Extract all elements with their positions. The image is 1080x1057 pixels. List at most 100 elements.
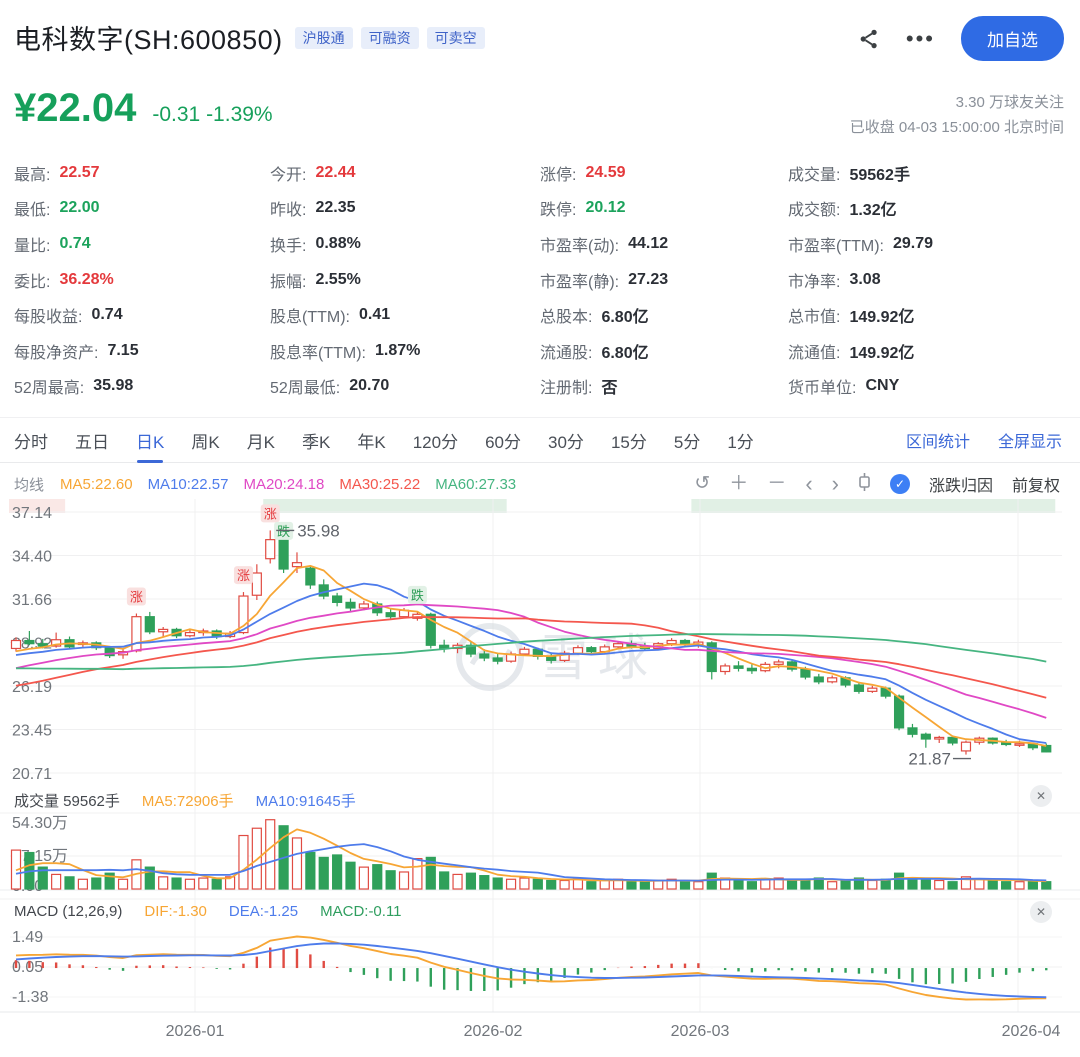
volume-bar[interactable] xyxy=(78,879,87,889)
volume-bar[interactable] xyxy=(266,820,275,889)
tab-period-6[interactable]: 年K xyxy=(357,418,385,463)
candle[interactable] xyxy=(868,686,877,693)
volume-bar[interactable] xyxy=(1028,880,1037,889)
volume-bar[interactable] xyxy=(92,878,101,889)
candle[interactable] xyxy=(493,653,502,664)
volume-bar[interactable] xyxy=(413,859,422,889)
volume-bar[interactable] xyxy=(868,880,877,889)
volume-bar[interactable] xyxy=(172,878,181,889)
volume-bar[interactable] xyxy=(560,880,569,889)
kline-style-icon[interactable] xyxy=(858,473,871,496)
volume-bar[interactable] xyxy=(400,872,409,889)
more-menu-icon[interactable]: ••• xyxy=(906,29,935,49)
volume-bar[interactable] xyxy=(640,882,649,889)
tab-period-7[interactable]: 120分 xyxy=(413,418,458,463)
chart-link-1[interactable]: 全屏显示 xyxy=(998,428,1062,452)
tab-period-0[interactable]: 分时 xyxy=(14,418,48,463)
tab-period-4[interactable]: 月K xyxy=(247,418,275,463)
tab-period-11[interactable]: 5分 xyxy=(674,418,700,463)
volume-bar[interactable] xyxy=(935,880,944,889)
candle[interactable] xyxy=(935,736,944,743)
volume-bar[interactable] xyxy=(493,878,502,889)
volume-bar[interactable] xyxy=(346,862,355,889)
volume-bar[interactable] xyxy=(306,853,315,889)
candle[interactable] xyxy=(440,640,449,653)
attribution-checkbox[interactable]: ✓ xyxy=(890,474,910,494)
volume-bar[interactable] xyxy=(627,882,636,889)
volume-bar[interactable] xyxy=(921,879,930,889)
volume-bar[interactable] xyxy=(507,879,516,889)
tab-period-3[interactable]: 周K xyxy=(191,418,219,463)
volume-bar[interactable] xyxy=(828,882,837,889)
volume-bar[interactable] xyxy=(694,882,703,889)
volume-bar[interactable] xyxy=(65,877,74,889)
volume-bar[interactable] xyxy=(895,873,904,889)
candle[interactable] xyxy=(252,564,261,600)
volume-bar[interactable] xyxy=(520,878,529,889)
volume-bar[interactable] xyxy=(975,879,984,889)
volume-bar[interactable] xyxy=(453,874,462,889)
close-macd-pane-button[interactable]: ✕ xyxy=(1030,901,1052,923)
share-icon[interactable] xyxy=(858,28,880,50)
candle[interactable] xyxy=(747,664,756,674)
zoom-out-icon[interactable]: － xyxy=(767,473,786,495)
volume-bar[interactable] xyxy=(654,880,663,889)
volume-bar[interactable] xyxy=(239,836,248,889)
volume-bar[interactable] xyxy=(573,879,582,889)
candle[interactable] xyxy=(1002,740,1011,746)
volume-bar[interactable] xyxy=(761,879,770,889)
volume-bar[interactable] xyxy=(359,867,368,889)
candle[interactable] xyxy=(346,598,355,611)
volume-bar[interactable] xyxy=(1002,882,1011,889)
candle[interactable] xyxy=(908,724,917,738)
volume-bar[interactable] xyxy=(159,877,168,889)
chart-link-0[interactable]: 区间统计 xyxy=(906,428,970,452)
candle[interactable] xyxy=(132,614,141,653)
volume-bar[interactable] xyxy=(373,865,382,889)
volume-bar[interactable] xyxy=(212,879,221,889)
volume-bar[interactable] xyxy=(1015,882,1024,889)
close-volume-pane-button[interactable]: ✕ xyxy=(1030,785,1052,807)
volume-bar[interactable] xyxy=(707,873,716,889)
candle[interactable] xyxy=(159,627,168,637)
pan-left-icon[interactable]: ‹ xyxy=(805,473,812,495)
tab-period-1[interactable]: 五日 xyxy=(75,418,109,463)
candle[interactable] xyxy=(814,674,823,684)
volume-bar[interactable] xyxy=(948,882,957,889)
candle[interactable] xyxy=(948,737,957,746)
adjust-mode-toggle[interactable]: 前复权 xyxy=(1012,472,1060,496)
reset-zoom-icon[interactable]: ↺ xyxy=(694,473,710,495)
tab-period-5[interactable]: 季K xyxy=(302,418,330,463)
volume-bar[interactable] xyxy=(292,838,301,889)
volume-bar[interactable] xyxy=(480,876,489,889)
candle[interactable] xyxy=(145,612,154,634)
tab-period-9[interactable]: 30分 xyxy=(548,418,584,463)
candle[interactable] xyxy=(333,593,342,607)
volume-bar[interactable] xyxy=(788,880,797,889)
zoom-in-icon[interactable]: ＋ xyxy=(729,473,748,495)
volume-bar[interactable] xyxy=(440,872,449,889)
candle[interactable] xyxy=(961,741,970,755)
tab-period-8[interactable]: 60分 xyxy=(485,418,521,463)
volume-bar[interactable] xyxy=(319,857,328,889)
candle[interactable] xyxy=(721,664,730,675)
volume-bar[interactable] xyxy=(119,879,128,889)
pan-right-icon[interactable]: › xyxy=(832,473,839,495)
candle[interactable] xyxy=(734,661,743,671)
volume-bar[interactable] xyxy=(547,880,556,889)
volume-bar[interactable] xyxy=(466,873,475,889)
volume-bar[interactable] xyxy=(681,880,690,889)
volume-bar[interactable] xyxy=(747,882,756,889)
candle[interactable] xyxy=(921,733,930,748)
tab-period-2[interactable]: 日K xyxy=(136,418,164,463)
add-watchlist-button[interactable]: 加自选 xyxy=(961,16,1064,61)
volume-bar[interactable] xyxy=(1042,882,1051,889)
volume-bar[interactable] xyxy=(386,871,395,889)
volume-bar[interactable] xyxy=(185,879,194,889)
volume-bar[interactable] xyxy=(600,880,609,889)
volume-bar[interactable] xyxy=(587,882,596,889)
attribution-toggle[interactable]: 涨跌归因 xyxy=(929,472,993,496)
volume-bar[interactable] xyxy=(52,874,61,889)
volume-bar[interactable] xyxy=(734,880,743,889)
volume-bar[interactable] xyxy=(841,880,850,889)
